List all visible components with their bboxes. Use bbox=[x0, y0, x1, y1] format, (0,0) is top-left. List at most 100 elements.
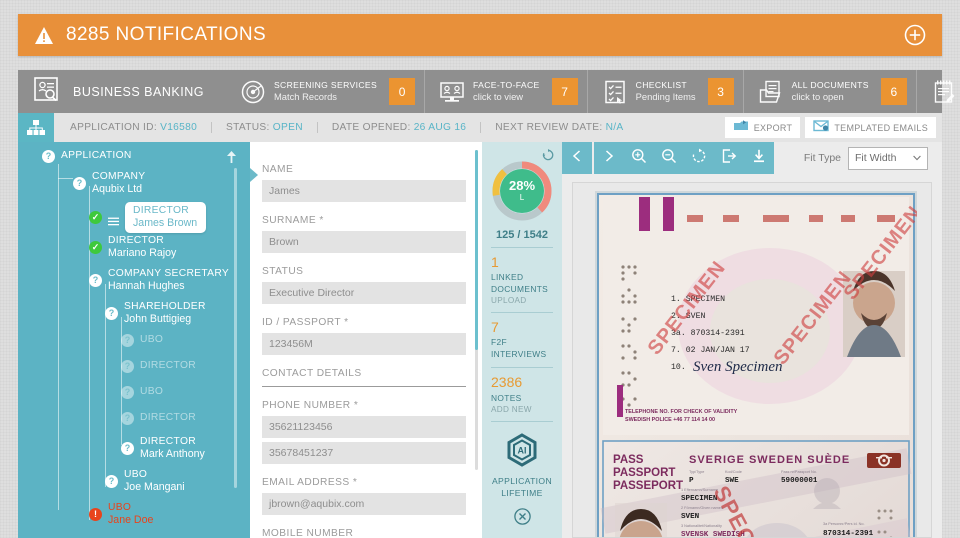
tree-node-label: APPLICATION bbox=[61, 150, 132, 162]
export-button[interactable]: EXPORT bbox=[724, 117, 801, 138]
meta-application-id: APPLICATION ID: V16580 bbox=[70, 122, 211, 133]
svg-text:PASSPORT: PASSPORT bbox=[613, 467, 675, 479]
circle-close-icon[interactable] bbox=[513, 508, 531, 525]
download-button[interactable] bbox=[744, 142, 774, 174]
service-badge[interactable]: 6 bbox=[880, 78, 907, 105]
field-label: NAME bbox=[262, 164, 294, 175]
stat-action-add-new[interactable]: ADD NEW bbox=[491, 405, 553, 414]
id-passport-input[interactable]: 123456M bbox=[262, 333, 466, 355]
question-badge-icon: ? bbox=[121, 441, 134, 455]
tree-node-ubo[interactable]: ? UBO Joe Mangani bbox=[105, 469, 185, 494]
email-address-input[interactable]: jbrown@aqubix.com bbox=[262, 493, 466, 515]
circle-plus-icon[interactable] bbox=[904, 24, 926, 46]
ai-hexagon-icon: AI bbox=[505, 433, 539, 471]
stat-notes[interactable]: 2386 NOTES ADD NEW bbox=[491, 374, 553, 422]
tree-node-director[interactable]: ✓ DIRECTOR James Brown bbox=[89, 202, 207, 233]
brand-label: BUSINESS BANKING bbox=[73, 84, 204, 99]
stat-label: LINKED DOCUMENTS bbox=[491, 272, 549, 294]
meta-label: STATUS: bbox=[226, 122, 270, 133]
next-page-button[interactable] bbox=[594, 142, 624, 174]
service-badge[interactable]: 3 bbox=[707, 78, 734, 105]
surname-input[interactable]: Brown bbox=[262, 231, 466, 253]
tree-node-role: UBO bbox=[108, 502, 132, 513]
svg-text:PASS: PASS bbox=[613, 454, 644, 466]
donut-percent-label: 28% bbox=[508, 177, 536, 193]
notification-bar[interactable]: 8285 NOTIFICATIONS bbox=[18, 14, 942, 56]
tree-node-name: John Buttigieg bbox=[124, 313, 192, 326]
service-face-to-face[interactable]: FACE-TO-FACE click to view 7 bbox=[424, 70, 587, 113]
documents-folder-icon bbox=[758, 79, 784, 105]
tree-node-label: DIRECTOR bbox=[140, 360, 196, 372]
notification-count-label: 8285 NOTIFICATIONS bbox=[66, 24, 267, 45]
service-subtitle: Pending Items bbox=[635, 90, 696, 102]
id-card-search-icon bbox=[32, 75, 60, 108]
service-badge[interactable]: 7 bbox=[551, 78, 578, 105]
service-badge[interactable]: 0 bbox=[389, 78, 416, 105]
stat-f2f-interviews[interactable]: 7 F2F INTERVIEWS bbox=[491, 319, 553, 369]
phone-number-input-2[interactable]: 35678451237 bbox=[262, 442, 466, 464]
org-chart-icon[interactable] bbox=[18, 113, 54, 142]
tree-scrollbar[interactable] bbox=[234, 168, 237, 488]
service-all-documents[interactable]: ALL DOCUMENTS click to open 6 bbox=[742, 70, 916, 113]
tree-node-role: UBO bbox=[140, 386, 164, 398]
meta-value: V16580 bbox=[160, 122, 198, 133]
form-scrollbar-thumb[interactable] bbox=[475, 150, 478, 350]
application-window: 8285 NOTIFICATIONS BUSINESS BANKING SCRE… bbox=[0, 0, 960, 538]
fit-type-value: Fit Width bbox=[855, 152, 897, 164]
tree-node-label: UBO bbox=[140, 386, 163, 398]
refresh-icon[interactable] bbox=[542, 148, 554, 161]
tree-node-ubo[interactable]: ? UBO bbox=[121, 386, 163, 399]
service-title: SCREENING SERVICES bbox=[273, 80, 378, 91]
document-canvas[interactable]: 1. SPECIMEN 2. SVEN 3a. 870314-2391 7. 0… bbox=[572, 182, 932, 538]
application-lifetime-block[interactable]: AI APPLICATION LIFETIME bbox=[491, 429, 553, 500]
svg-text:AI: AI bbox=[518, 445, 527, 455]
service-screening-services[interactable]: SCREENING SERVICES Match Records 0 bbox=[226, 70, 424, 113]
tree-node-company-secretary[interactable]: ? COMPANY SECRETARY Hannah Hughes bbox=[89, 268, 229, 293]
svg-text:Sven Specimen: Sven Specimen bbox=[693, 359, 783, 375]
svg-text:PASSEPORT: PASSEPORT bbox=[613, 480, 683, 492]
service-items: SCREENING SERVICES Match Records 0 FACE-… bbox=[226, 70, 960, 113]
svg-text:Kod/Code: Kod/Code bbox=[725, 470, 742, 474]
tree-node-application[interactable]: ? APPLICATION bbox=[42, 150, 132, 163]
meta-label: DATE OPENED: bbox=[331, 122, 411, 133]
tree-node-role: COMPANY bbox=[92, 171, 146, 182]
tree-node-ubo[interactable]: ? UBO bbox=[121, 334, 163, 347]
tree-node-director[interactable]: ? DIRECTOR bbox=[121, 412, 196, 425]
open-external-button[interactable] bbox=[714, 142, 744, 174]
drag-handle-icon[interactable] bbox=[108, 213, 119, 226]
service-title: FACE-TO-FACE bbox=[473, 80, 540, 91]
service-checklist[interactable]: CHECKLIST Pending Items 3 bbox=[586, 70, 743, 113]
entity-tree-panel: ? APPLICATION? COMPANY Aqubix Ltd ✓ DIRECTOR J… bbox=[18, 142, 250, 538]
zoom-out-button[interactable] bbox=[654, 142, 684, 174]
rotate-button[interactable] bbox=[684, 142, 714, 174]
stat-action-upload[interactable]: UPLOAD bbox=[491, 296, 553, 305]
status-input[interactable]: Executive Director bbox=[262, 282, 466, 304]
tree-node-director[interactable]: ? DIRECTOR Mark Anthony bbox=[121, 436, 205, 461]
meta-status: STATUS: OPEN bbox=[211, 122, 317, 133]
tree-node-company[interactable]: ? COMPANY Aqubix Ltd bbox=[73, 171, 145, 196]
fit-type-select[interactable]: Fit Width bbox=[848, 146, 928, 170]
question-badge-icon: ? bbox=[42, 150, 55, 163]
name-input[interactable]: James bbox=[262, 180, 466, 202]
stat-linked-documents[interactable]: 1 LINKED DOCUMENTS UPLOAD bbox=[491, 254, 553, 314]
check-badge-icon: ✓ bbox=[89, 240, 102, 254]
tree-node-label: SHAREHOLDER John Buttigieg bbox=[124, 301, 206, 326]
field-group-mobile-number: MOBILE NUMBER 35621123456 bbox=[262, 528, 466, 538]
fit-type-label: Fit Type bbox=[803, 152, 841, 164]
previous-page-button[interactable] bbox=[562, 142, 592, 174]
tree-node-shareholder[interactable]: ? SHAREHOLDER John Buttigieg bbox=[105, 301, 206, 326]
tree-node-ubo[interactable]: ! UBO Jane Doe bbox=[89, 502, 153, 527]
tree-node-name: Mark Anthony bbox=[140, 448, 205, 461]
svg-text:SVERIGE SWEDEN SUÈDE: SVERIGE SWEDEN SUÈDE bbox=[689, 453, 850, 466]
tree-node-director[interactable]: ? DIRECTOR bbox=[121, 360, 196, 373]
phone-number-input[interactable]: 35621123456 bbox=[262, 416, 466, 438]
zoom-in-button[interactable] bbox=[624, 142, 654, 174]
email-template-icon bbox=[813, 119, 830, 137]
service-notes[interactable]: NOTES click to open 4736 bbox=[915, 70, 960, 113]
tree-node-director[interactable]: ✓ DIRECTOR Mariano Rajoy bbox=[89, 235, 176, 260]
field-label: EMAIL ADDRESS * bbox=[262, 477, 358, 488]
application-actions: EXPORT TEMPLATED EMAILS bbox=[724, 117, 942, 138]
passport-document-image[interactable]: 1. SPECIMEN 2. SVEN 3a. 870314-2391 7. 0… bbox=[595, 191, 926, 537]
tree-node-name: Joe Mangani bbox=[124, 481, 185, 494]
templated-emails-button[interactable]: TEMPLATED EMAILS bbox=[805, 117, 936, 138]
